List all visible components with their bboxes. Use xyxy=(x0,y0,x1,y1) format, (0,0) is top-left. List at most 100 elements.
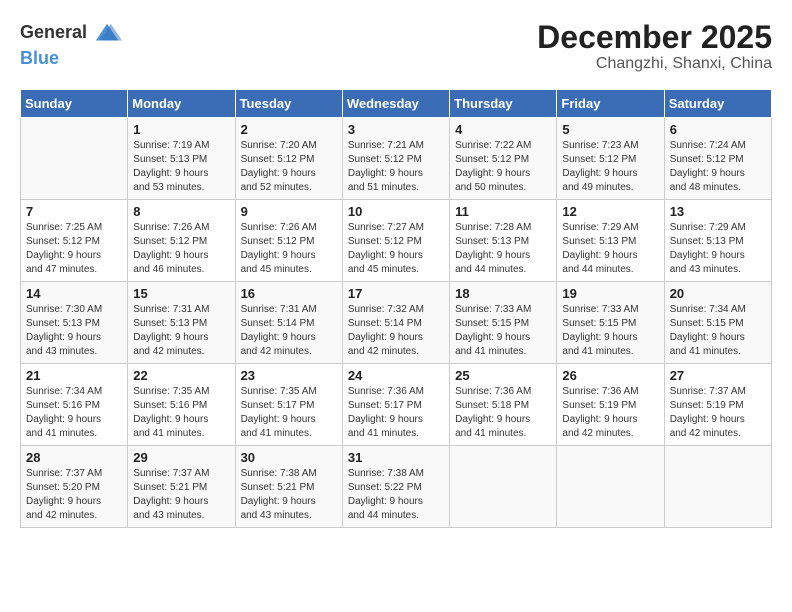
day-number: 29 xyxy=(133,450,229,465)
day-number: 19 xyxy=(562,286,658,301)
day-info: Sunrise: 7:34 AM Sunset: 5:15 PM Dayligh… xyxy=(670,303,766,359)
day-info: Sunrise: 7:26 AM Sunset: 5:12 PM Dayligh… xyxy=(133,221,229,277)
day-number: 27 xyxy=(670,368,766,383)
day-number: 8 xyxy=(133,204,229,219)
page-header: General Blue December 2025 Changzhi, Sha… xyxy=(20,20,772,73)
day-number: 20 xyxy=(670,286,766,301)
weekday-header-tuesday: Tuesday xyxy=(235,90,342,118)
day-info: Sunrise: 7:37 AM Sunset: 5:20 PM Dayligh… xyxy=(26,467,122,523)
day-info: Sunrise: 7:30 AM Sunset: 5:13 PM Dayligh… xyxy=(26,303,122,359)
day-number: 3 xyxy=(348,122,444,137)
day-number: 15 xyxy=(133,286,229,301)
calendar-cell: 27 Sunrise: 7:37 AM Sunset: 5:19 PM Dayli… xyxy=(664,364,771,446)
calendar-cell: 7 Sunrise: 7:25 AM Sunset: 5:12 PM Daylig… xyxy=(21,200,128,282)
day-number: 5 xyxy=(562,122,658,137)
day-info: Sunrise: 7:28 AM Sunset: 5:13 PM Dayligh… xyxy=(455,221,551,277)
day-info: Sunrise: 7:26 AM Sunset: 5:12 PM Dayligh… xyxy=(241,221,337,277)
calendar-cell: 4Sunrise: 7:22 AM Sunset: 5:12 PM Daylig… xyxy=(450,118,557,200)
calendar-cell: 31 Sunrise: 7:38 AM Sunset: 5:22 PM Dayli… xyxy=(342,446,449,528)
weekday-header-thursday: Thursday xyxy=(450,90,557,118)
calendar-week-3: 14 Sunrise: 7:30 AM Sunset: 5:13 PM Dayli… xyxy=(21,282,772,364)
weekday-header-monday: Monday xyxy=(128,90,235,118)
logo-text-general: General xyxy=(20,22,87,42)
calendar-cell xyxy=(557,446,664,528)
day-info: Sunrise: 7:35 AM Sunset: 5:17 PM Dayligh… xyxy=(241,385,337,441)
weekday-header-friday: Friday xyxy=(557,90,664,118)
month-title: December 2025 xyxy=(537,20,772,55)
calendar-cell: 25Sunrise: 7:36 AM Sunset: 5:18 PM Dayli… xyxy=(450,364,557,446)
calendar-week-5: 28 Sunrise: 7:37 AM Sunset: 5:20 PM Dayli… xyxy=(21,446,772,528)
calendar-cell: 28 Sunrise: 7:37 AM Sunset: 5:20 PM Dayli… xyxy=(21,446,128,528)
day-info: Sunrise: 7:31 AM Sunset: 5:13 PM Dayligh… xyxy=(133,303,229,359)
title-block: December 2025 Changzhi, Shanxi, China xyxy=(537,20,772,73)
calendar-cell: 29 Sunrise: 7:37 AM Sunset: 5:21 PM Dayli… xyxy=(128,446,235,528)
day-number: 7 xyxy=(26,204,122,219)
calendar-cell: 2 Sunrise: 7:20 AM Sunset: 5:12 PM Daylig… xyxy=(235,118,342,200)
calendar-cell: 9Sunrise: 7:26 AM Sunset: 5:12 PM Daylig… xyxy=(235,200,342,282)
day-info: Sunrise: 7:36 AM Sunset: 5:19 PM Dayligh… xyxy=(562,385,658,441)
day-info: Sunrise: 7:29 AM Sunset: 5:13 PM Dayligh… xyxy=(562,221,658,277)
day-info: Sunrise: 7:21 AM Sunset: 5:12 PM Dayligh… xyxy=(348,139,444,195)
day-number: 12 xyxy=(562,204,658,219)
day-info: Sunrise: 7:34 AM Sunset: 5:16 PM Dayligh… xyxy=(26,385,122,441)
day-number: 14 xyxy=(26,286,122,301)
day-number: 30 xyxy=(241,450,337,465)
day-number: 22 xyxy=(133,368,229,383)
calendar-cell: 23Sunrise: 7:35 AM Sunset: 5:17 PM Dayli… xyxy=(235,364,342,446)
calendar-table: SundayMondayTuesdayWednesdayThursdayFrid… xyxy=(20,89,772,528)
calendar-cell: 14 Sunrise: 7:30 AM Sunset: 5:13 PM Dayli… xyxy=(21,282,128,364)
day-info: Sunrise: 7:25 AM Sunset: 5:12 PM Dayligh… xyxy=(26,221,122,277)
day-info: Sunrise: 7:33 AM Sunset: 5:15 PM Dayligh… xyxy=(455,303,551,359)
day-number: 1 xyxy=(133,122,229,137)
calendar-cell: 13Sunrise: 7:29 AM Sunset: 5:13 PM Dayli… xyxy=(664,200,771,282)
day-number: 21 xyxy=(26,368,122,383)
day-number: 24 xyxy=(348,368,444,383)
calendar-cell: 19 Sunrise: 7:33 AM Sunset: 5:15 PM Dayli… xyxy=(557,282,664,364)
calendar-cell: 10 Sunrise: 7:27 AM Sunset: 5:12 PM Dayli… xyxy=(342,200,449,282)
day-info: Sunrise: 7:37 AM Sunset: 5:19 PM Dayligh… xyxy=(670,385,766,441)
day-number: 10 xyxy=(348,204,444,219)
location-title: Changzhi, Shanxi, China xyxy=(537,55,772,73)
logo-icon xyxy=(94,20,122,48)
calendar-week-1: 1Sunrise: 7:19 AM Sunset: 5:13 PM Daylig… xyxy=(21,118,772,200)
day-number: 2 xyxy=(241,122,337,137)
day-number: 28 xyxy=(26,450,122,465)
calendar-cell xyxy=(450,446,557,528)
day-info: Sunrise: 7:22 AM Sunset: 5:12 PM Dayligh… xyxy=(455,139,551,195)
calendar-cell xyxy=(664,446,771,528)
day-info: Sunrise: 7:35 AM Sunset: 5:16 PM Dayligh… xyxy=(133,385,229,441)
day-number: 31 xyxy=(348,450,444,465)
logo: General Blue xyxy=(20,20,122,69)
day-info: Sunrise: 7:20 AM Sunset: 5:12 PM Dayligh… xyxy=(241,139,337,195)
day-number: 18 xyxy=(455,286,551,301)
calendar-cell xyxy=(21,118,128,200)
day-info: Sunrise: 7:37 AM Sunset: 5:21 PM Dayligh… xyxy=(133,467,229,523)
day-info: Sunrise: 7:38 AM Sunset: 5:22 PM Dayligh… xyxy=(348,467,444,523)
calendar-cell: 21 Sunrise: 7:34 AM Sunset: 5:16 PM Dayli… xyxy=(21,364,128,446)
calendar-cell: 18 Sunrise: 7:33 AM Sunset: 5:15 PM Dayli… xyxy=(450,282,557,364)
calendar-cell: 16Sunrise: 7:31 AM Sunset: 5:14 PM Dayli… xyxy=(235,282,342,364)
day-info: Sunrise: 7:36 AM Sunset: 5:17 PM Dayligh… xyxy=(348,385,444,441)
calendar-week-2: 7 Sunrise: 7:25 AM Sunset: 5:12 PM Daylig… xyxy=(21,200,772,282)
calendar-cell: 8 Sunrise: 7:26 AM Sunset: 5:12 PM Daylig… xyxy=(128,200,235,282)
calendar-cell: 11 Sunrise: 7:28 AM Sunset: 5:13 PM Dayli… xyxy=(450,200,557,282)
calendar-cell: 22 Sunrise: 7:35 AM Sunset: 5:16 PM Dayli… xyxy=(128,364,235,446)
day-number: 17 xyxy=(348,286,444,301)
day-number: 26 xyxy=(562,368,658,383)
day-info: Sunrise: 7:36 AM Sunset: 5:18 PM Dayligh… xyxy=(455,385,551,441)
day-number: 11 xyxy=(455,204,551,219)
day-info: Sunrise: 7:32 AM Sunset: 5:14 PM Dayligh… xyxy=(348,303,444,359)
day-number: 13 xyxy=(670,204,766,219)
calendar-cell: 3 Sunrise: 7:21 AM Sunset: 5:12 PM Daylig… xyxy=(342,118,449,200)
calendar-cell: 26 Sunrise: 7:36 AM Sunset: 5:19 PM Dayli… xyxy=(557,364,664,446)
calendar-cell: 5Sunrise: 7:23 AM Sunset: 5:12 PM Daylig… xyxy=(557,118,664,200)
calendar-cell: 17 Sunrise: 7:32 AM Sunset: 5:14 PM Dayli… xyxy=(342,282,449,364)
weekday-header-wednesday: Wednesday xyxy=(342,90,449,118)
day-info: Sunrise: 7:31 AM Sunset: 5:14 PM Dayligh… xyxy=(241,303,337,359)
calendar-cell: 20 Sunrise: 7:34 AM Sunset: 5:15 PM Dayli… xyxy=(664,282,771,364)
day-info: Sunrise: 7:33 AM Sunset: 5:15 PM Dayligh… xyxy=(562,303,658,359)
calendar-cell: 1Sunrise: 7:19 AM Sunset: 5:13 PM Daylig… xyxy=(128,118,235,200)
day-number: 6 xyxy=(670,122,766,137)
calendar-week-4: 21 Sunrise: 7:34 AM Sunset: 5:16 PM Dayli… xyxy=(21,364,772,446)
day-info: Sunrise: 7:27 AM Sunset: 5:12 PM Dayligh… xyxy=(348,221,444,277)
